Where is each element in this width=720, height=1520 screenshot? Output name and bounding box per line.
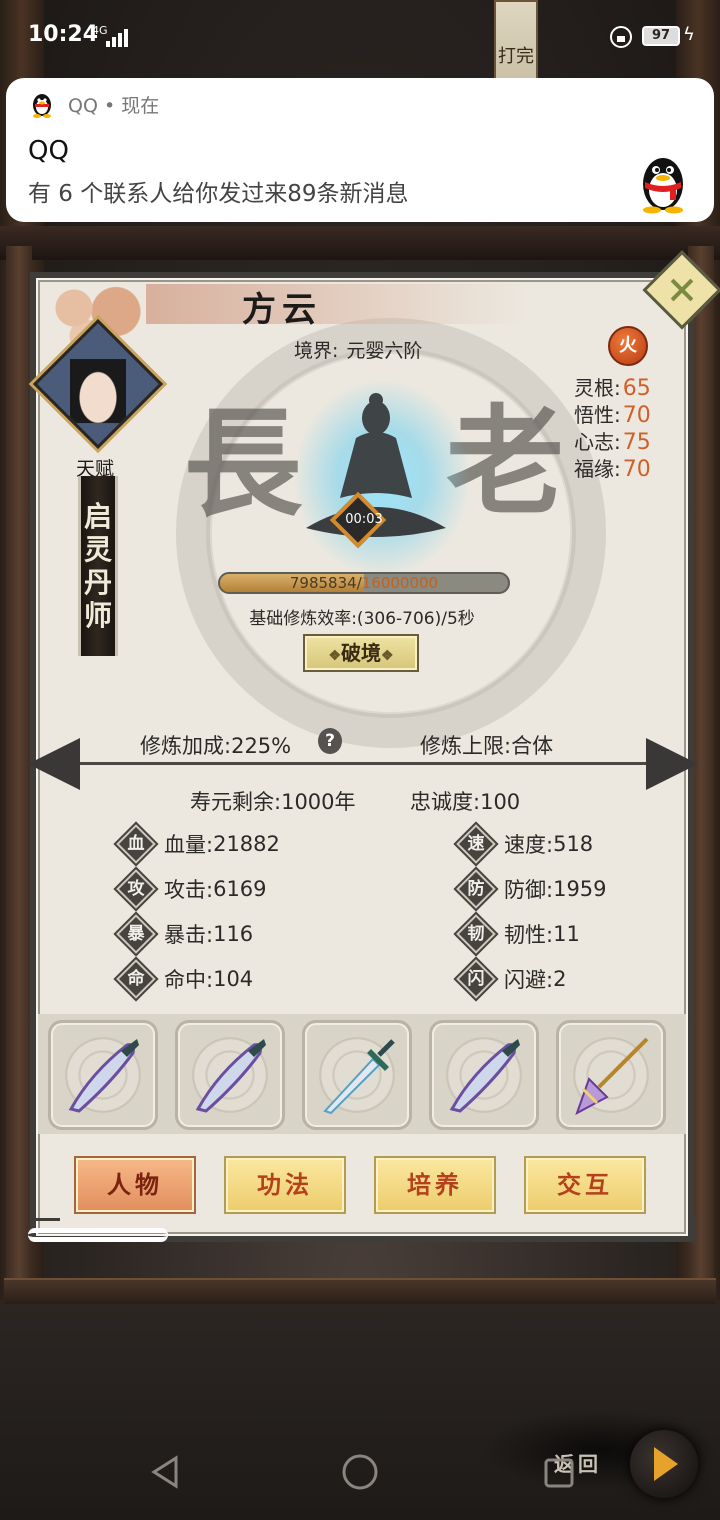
cultivation-bonus: 修炼加成:225% <box>140 734 292 758</box>
character-name: 方云 <box>242 290 322 330</box>
qq-notification[interactable]: QQ • 现在 QQ 有 6 个联系人给你发过来89条新消息 <box>6 78 714 222</box>
equipment-slot[interactable] <box>302 1020 412 1130</box>
attr-dodge: 闪 闪避: 2 <box>456 959 566 999</box>
name-band <box>146 284 526 324</box>
dodge-badge-icon: 闪 <box>456 959 496 999</box>
toughness-badge-icon: 韧 <box>456 914 496 954</box>
equipment-slot[interactable] <box>48 1020 158 1130</box>
attr-crit: 暴 暴击: 116 <box>116 914 253 954</box>
frame-roof <box>0 226 720 260</box>
nav-home-icon[interactable] <box>340 1452 380 1492</box>
tab-techniques[interactable]: 功法 <box>224 1156 346 1214</box>
stat-row: 心志:75 <box>574 430 651 455</box>
talent-scroll: 启 灵 丹 师 <box>78 476 118 656</box>
blade-icon <box>68 1039 139 1113</box>
status-bar: 10:24 4G 97 ϟ <box>0 0 720 74</box>
blade-icon <box>449 1039 520 1113</box>
charging-icon: ϟ <box>683 24 695 45</box>
qq-small-icon <box>33 94 51 118</box>
system-nav-bar <box>0 1420 720 1520</box>
crit-badge-icon: 暴 <box>116 914 156 954</box>
cloud-stroke <box>28 1228 168 1242</box>
section-divider <box>66 762 658 765</box>
notification-title: QQ <box>28 136 69 166</box>
cultivation-timer: 00:03 <box>345 512 383 527</box>
blade-icon <box>195 1039 266 1113</box>
stat-row: 福缘:70 <box>574 457 651 482</box>
defense-badge-icon: 防 <box>456 869 496 909</box>
equipment-slot[interactable] <box>429 1020 539 1130</box>
stat-row: 灵根:65 <box>574 376 651 401</box>
attr-defense: 防 防御: 1959 <box>456 869 607 909</box>
spirit-stats: 灵根:65 悟性:70 心志:75 福缘:70 <box>574 372 651 482</box>
sword-icon <box>323 1039 395 1115</box>
corner-ornament <box>666 1218 696 1242</box>
help-icon[interactable]: ? <box>318 728 342 754</box>
frame-base <box>4 1278 716 1304</box>
speed-badge-icon: 速 <box>456 824 496 864</box>
realm-info: 境界: 元婴六阶 <box>294 336 422 363</box>
attr-hp: 血 血量: 21882 <box>116 824 280 864</box>
notification-header: QQ • 现在 <box>28 90 159 118</box>
previous-character-arrow-icon[interactable] <box>28 738 80 790</box>
attr-toughness: 韧 韧性: 11 <box>456 914 580 954</box>
realm-value: 元婴六阶 <box>346 340 423 362</box>
hp-badge-icon: 血 <box>116 824 156 864</box>
signal-icon <box>106 28 130 47</box>
tab-training[interactable]: 培养 <box>374 1156 496 1214</box>
loyalty: 忠诚度:100 <box>410 790 521 814</box>
tab-interaction[interactable]: 交互 <box>524 1156 646 1214</box>
notification-body: 有 6 个联系人给你发过来89条新消息 <box>28 181 409 207</box>
status-time: 10:24 <box>28 22 99 47</box>
talent-char: 灵 <box>83 533 112 566</box>
cultivation-efficiency: 基础修炼效率:(306-706)/5秒 <box>249 609 475 629</box>
tab-character[interactable]: 人物 <box>74 1156 196 1214</box>
talent-char: 启 <box>83 500 112 533</box>
spear-icon <box>575 1037 649 1116</box>
avatar-portrait <box>70 359 126 424</box>
nav-recents-icon[interactable] <box>540 1452 580 1492</box>
nav-back-icon[interactable] <box>146 1452 186 1492</box>
equipment-slot[interactable] <box>175 1020 285 1130</box>
equipment-slot[interactable] <box>556 1020 666 1130</box>
lifespan: 寿元剩余:1000年 <box>190 790 356 814</box>
talent-char: 丹 <box>83 566 112 599</box>
qq-penguin-icon <box>643 158 683 214</box>
rotation-lock-icon <box>610 26 632 48</box>
breakthrough-button[interactable]: ❖破境❖ <box>303 634 419 672</box>
character-panel: 方云 天赋 启 灵 丹 师 境界: 元婴六阶 長 老 00:03 火 灵根:65 … <box>28 250 720 1242</box>
attr-speed: 速 速度: 518 <box>456 824 593 864</box>
stat-row: 悟性:70 <box>574 403 651 428</box>
fire-element-icon: 火 <box>608 326 648 366</box>
hit-badge-icon: 命 <box>116 959 156 999</box>
realm-label: 境界: <box>294 340 339 362</box>
battery-icon: 97 <box>642 26 680 46</box>
next-character-arrow-icon[interactable] <box>646 738 698 790</box>
cultivation-limit: 修炼上限:合体 <box>420 734 554 758</box>
attr-hit: 命 命中: 104 <box>116 959 253 999</box>
notification-app-name: QQ • 现在 <box>68 94 160 117</box>
attr-attack: 攻 攻击: 6169 <box>116 869 267 909</box>
cultivation-progress-text: 7985834/16000000 <box>289 574 439 592</box>
attack-badge-icon: 攻 <box>116 869 156 909</box>
